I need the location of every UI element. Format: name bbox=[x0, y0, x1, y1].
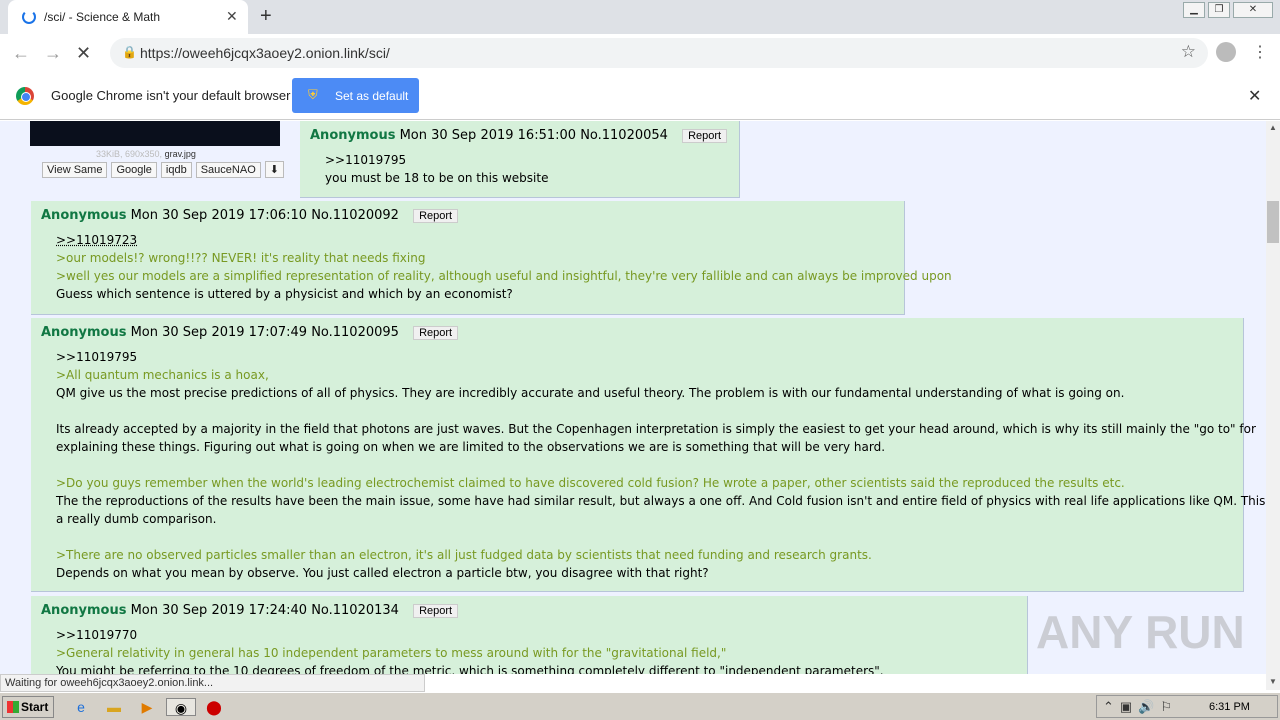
set-as-default-button[interactable]: ⛨ Set as default bbox=[292, 78, 419, 113]
new-tab-icon[interactable]: + bbox=[260, 5, 272, 28]
poster-name: Anonymous bbox=[41, 325, 127, 340]
poster-name: Anonymous bbox=[41, 603, 127, 618]
tab-title: /sci/ - Science & Math bbox=[44, 10, 161, 24]
media-player-icon[interactable]: ▶ bbox=[138, 698, 156, 716]
poster-name: Anonymous bbox=[310, 128, 396, 143]
clock: 6:31 PM bbox=[1209, 701, 1250, 713]
post-header: Anonymous Mon 30 Sep 2019 17:06:10 No.11… bbox=[41, 208, 459, 223]
browser-tab[interactable]: /sci/ - Science & Math ✕ bbox=[8, 0, 248, 34]
close-infobar-icon[interactable]: ✕ bbox=[1248, 86, 1261, 106]
quote-link[interactable]: >>11019795 bbox=[325, 153, 406, 167]
post-header: Anonymous Mon 30 Sep 2019 17:24:40 No.11… bbox=[41, 603, 459, 618]
saucenao-link[interactable]: SauceNAO bbox=[195, 162, 261, 178]
greentext-line: >our models!? wrong!!?? NEVER! it's real… bbox=[56, 251, 426, 265]
windows-logo-icon bbox=[7, 701, 19, 713]
loading-spinner-icon bbox=[22, 10, 36, 24]
status-bubble: Waiting for oweeh6jcqx3aoey2.onion.link.… bbox=[0, 674, 425, 692]
post-text: Guess which sentence is uttered by a phy… bbox=[56, 287, 513, 301]
post-number[interactable]: No.11020092 bbox=[311, 208, 399, 223]
view-same-link[interactable]: View Same bbox=[42, 162, 108, 178]
quote-link[interactable]: >>11019770 bbox=[56, 628, 137, 642]
shield-icon: ⛨ bbox=[308, 87, 318, 102]
infobar-message: Google Chrome isn't your default browser bbox=[51, 88, 291, 103]
close-window-icon[interactable]: ✕ bbox=[1233, 2, 1273, 18]
page-content: 33KiB, 690x350, grav.jpg View Same Google… bbox=[0, 121, 1266, 674]
greentext-line: >There are no observed particles smaller… bbox=[56, 548, 872, 562]
report-button[interactable]: Report bbox=[682, 129, 728, 143]
reply-post: Anonymous Mon 30 Sep 2019 16:51:00 No.11… bbox=[300, 121, 740, 198]
file-size: 33KiB, 690x350, bbox=[96, 149, 163, 159]
set-as-default-label: Set as default bbox=[335, 89, 409, 103]
post-text: Its already accepted by a majority in th… bbox=[56, 422, 1256, 436]
close-tab-icon[interactable]: ✕ bbox=[226, 8, 238, 25]
scroll-up-icon[interactable]: ▲ bbox=[1269, 123, 1277, 132]
default-browser-infobar: Google Chrome isn't your default browser… bbox=[0, 72, 1280, 120]
browser-toolbar: ← → ✕ 🔒 https://oweeh6jcqx3aoey2.onion.l… bbox=[0, 34, 1280, 72]
scroll-down-icon[interactable]: ▼ bbox=[1269, 677, 1277, 686]
post-text: The the reproductions of the results hav… bbox=[56, 494, 1266, 508]
url-text[interactable]: https://oweeh6jcqx3aoey2.onion.link/sci/ bbox=[140, 45, 390, 61]
reply-post: Anonymous Mon 30 Sep 2019 17:24:40 No.11… bbox=[31, 596, 1028, 674]
reply-post: Anonymous Mon 30 Sep 2019 17:07:49 No.11… bbox=[31, 318, 1266, 592]
restore-window-icon[interactable]: ❐ bbox=[1208, 2, 1230, 18]
report-button[interactable]: Report bbox=[413, 604, 459, 618]
post-text: You might be referring to the 10 degrees… bbox=[56, 664, 884, 674]
quote-link[interactable]: >>11019795 bbox=[56, 350, 137, 364]
scrollbar-thumb[interactable] bbox=[1267, 201, 1279, 243]
stop-loading-icon[interactable]: ✕ bbox=[76, 43, 91, 64]
google-link[interactable]: Google bbox=[111, 162, 157, 178]
iqdb-link[interactable]: iqdb bbox=[160, 162, 192, 178]
tab-strip: /sci/ - Science & Math ✕ + ▁ ❐ ✕ bbox=[0, 0, 1280, 34]
report-button[interactable]: Report bbox=[413, 326, 459, 340]
back-icon[interactable]: ← bbox=[12, 43, 30, 64]
greentext-line: >All quantum mechanics is a hoax, bbox=[56, 368, 269, 382]
greentext-line: >Do you guys remember when the world's l… bbox=[56, 476, 1125, 490]
post-number[interactable]: No.11020134 bbox=[311, 603, 399, 618]
lock-icon: 🔒 bbox=[122, 45, 137, 59]
bookmark-star-icon[interactable]: ☆ bbox=[1181, 42, 1196, 62]
post-header: Anonymous Mon 30 Sep 2019 17:07:49 No.11… bbox=[41, 325, 459, 340]
greentext-line: >well yes our models are a simplified re… bbox=[56, 269, 952, 283]
post-text: Depends on what you mean by observe. You… bbox=[56, 566, 709, 580]
internet-explorer-icon[interactable]: e bbox=[72, 698, 90, 716]
post-date: Mon 30 Sep 2019 17:06:10 bbox=[130, 208, 308, 223]
file-name[interactable]: grav.jpg bbox=[165, 149, 196, 159]
windows-taskbar: Start e ▬ ▶ ◉ ⬤ ⌃▣🔊⚐ 6:31 PM bbox=[0, 692, 1280, 720]
system-tray: ⌃▣🔊⚐ 6:31 PM bbox=[1096, 695, 1278, 718]
tray-icons[interactable]: ⌃▣🔊⚐ bbox=[1103, 699, 1178, 715]
post-image-thumbnail[interactable] bbox=[30, 121, 280, 146]
profile-avatar[interactable] bbox=[1216, 42, 1236, 62]
post-text: a really dumb comparison. bbox=[56, 512, 217, 526]
post-date: Mon 30 Sep 2019 17:24:40 bbox=[130, 603, 308, 618]
download-icon[interactable]: ⬇ bbox=[264, 161, 284, 178]
address-bar[interactable]: 🔒 https://oweeh6jcqx3aoey2.onion.link/sc… bbox=[110, 38, 1208, 68]
file-info: 33KiB, 690x350, grav.jpg bbox=[96, 149, 196, 159]
reply-post: Anonymous Mon 30 Sep 2019 17:06:10 No.11… bbox=[31, 201, 952, 315]
anyrun-watermark: ANY RUN bbox=[1036, 606, 1245, 658]
page-scrollbar[interactable]: ▲ ▼ bbox=[1266, 121, 1280, 690]
chrome-logo-icon bbox=[16, 87, 34, 105]
greentext-line: >General relativity in general has 10 in… bbox=[56, 646, 727, 660]
post-number[interactable]: No.11020054 bbox=[580, 128, 668, 143]
menu-icon[interactable]: ⋮ bbox=[1252, 42, 1268, 62]
quote-link[interactable]: >>11019723 bbox=[56, 233, 137, 247]
start-label: Start bbox=[21, 700, 49, 714]
post-date: Mon 30 Sep 2019 16:51:00 bbox=[399, 128, 577, 143]
image-search-links: View Same Google iqdb SauceNAO ⬇ bbox=[42, 161, 288, 178]
post-text: explaining these things. Figuring out wh… bbox=[56, 440, 886, 454]
report-button[interactable]: Report bbox=[413, 209, 459, 223]
antivirus-icon[interactable]: ⬤ bbox=[205, 698, 223, 716]
poster-name: Anonymous bbox=[41, 208, 127, 223]
folder-icon[interactable]: ▬ bbox=[105, 698, 123, 716]
post-text: QM give us the most precise predictions … bbox=[56, 386, 1125, 400]
minimize-window-icon[interactable]: ▁ bbox=[1183, 2, 1205, 18]
forward-icon[interactable]: → bbox=[44, 43, 62, 64]
start-button[interactable]: Start bbox=[2, 696, 54, 718]
post-date: Mon 30 Sep 2019 17:07:49 bbox=[130, 325, 308, 340]
post-number[interactable]: No.11020095 bbox=[311, 325, 399, 340]
post-text: you must be 18 to be on this website bbox=[325, 171, 549, 185]
post-header: Anonymous Mon 30 Sep 2019 16:51:00 No.11… bbox=[310, 128, 728, 143]
chrome-taskbar-icon[interactable]: ◉ bbox=[166, 698, 196, 716]
